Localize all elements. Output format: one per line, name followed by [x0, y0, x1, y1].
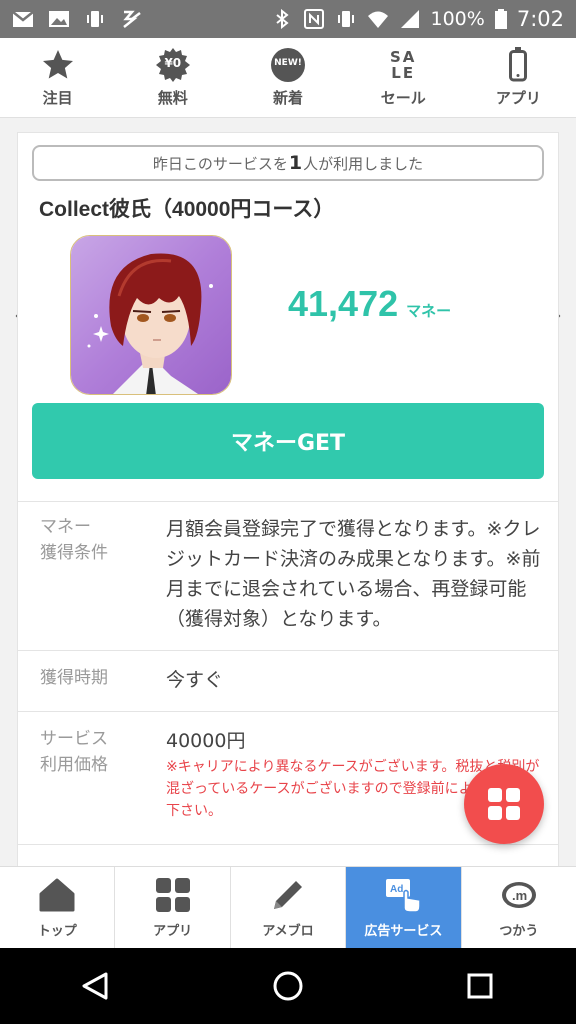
- banner-suffix: 人が利用しました: [303, 154, 424, 173]
- timing-value: 今すぐ: [166, 669, 224, 691]
- price-label: サービス 利用価格: [40, 729, 108, 775]
- svg-text:Ad: Ad: [390, 884, 403, 895]
- tab-label: つかう: [499, 924, 539, 939]
- sale-icon: SALE: [389, 48, 417, 82]
- condition-value: 月額会員登録完了で獲得となります。※クレジットカード決済のみ成果となります。※前…: [166, 518, 541, 630]
- offer-hero: 41,472 マネー: [18, 223, 558, 395]
- nav-item-free[interactable]: ¥0 無料: [115, 38, 230, 117]
- condition-label: マネー 獲得条件: [40, 517, 108, 563]
- offer-card: 昨日このサービスを 1 人が利用しました Collect彼氏（40000円コース…: [17, 132, 559, 872]
- nav-item-sale[interactable]: SALE セール: [346, 38, 461, 117]
- grid-icon: [488, 788, 520, 820]
- menu-fab-button[interactable]: [464, 764, 544, 844]
- reward-amount: 41,472 マネー: [288, 283, 451, 325]
- signal-icon: [400, 10, 419, 28]
- pencil-icon: [274, 881, 303, 909]
- nav-item-label: アプリ: [495, 89, 541, 107]
- bluetooth-icon: [275, 9, 289, 29]
- bottom-tab-bar: トップ アプリ アメブロ Ad 広告サービス .m つかう: [0, 866, 576, 948]
- reward-value: 41,472: [288, 283, 399, 324]
- banner-count: 1: [288, 152, 303, 174]
- usage-banner: 昨日このサービスを 1 人が利用しました: [32, 145, 544, 181]
- back-icon[interactable]: [80, 970, 112, 1002]
- clock: 7:02: [516, 7, 564, 31]
- vibrate-mode-icon: [337, 11, 354, 27]
- new-badge-text: NEW!: [274, 58, 302, 68]
- phone-icon: [509, 47, 528, 82]
- battery-icon: [494, 9, 507, 29]
- tab-ad-services[interactable]: Ad 広告サービス: [346, 867, 462, 948]
- nav-item-apps[interactable]: アプリ: [461, 38, 576, 117]
- app-icon[interactable]: [70, 235, 232, 395]
- tab-label: 広告サービス: [364, 924, 443, 939]
- image-icon: [49, 11, 69, 27]
- tab-use[interactable]: .m つかう: [462, 867, 576, 948]
- ad-tap-icon: Ad: [386, 879, 422, 913]
- app-notification-icon: [123, 10, 141, 28]
- tab-label: トップ: [37, 924, 77, 939]
- status-bar: 100% 7:02: [0, 0, 576, 38]
- system-nav-bar: [0, 948, 576, 1024]
- nav-item-label: 注目: [42, 89, 73, 107]
- tab-label: アメブロ: [262, 924, 314, 939]
- star-icon: [42, 50, 73, 79]
- banner-prefix: 昨日このサービスを: [152, 154, 288, 173]
- wifi-icon: [367, 11, 388, 28]
- get-money-button[interactable]: マネーGET: [32, 403, 544, 479]
- timing-label: 獲得時期: [40, 668, 108, 688]
- battery-percent: 100%: [430, 8, 485, 30]
- apps-grid-icon: [155, 878, 190, 912]
- anime-character-image: [71, 236, 231, 394]
- nav-item-new[interactable]: NEW! 新着: [230, 38, 345, 117]
- price-value: 40000円: [166, 730, 246, 752]
- nav-item-label: 新着: [273, 89, 304, 107]
- recents-icon[interactable]: [464, 970, 496, 1002]
- category-nav: 注目 ¥0 無料 NEW! 新着 SALE セール アプリ: [0, 38, 576, 118]
- tab-apps[interactable]: アプリ: [115, 867, 231, 948]
- vibrate-icon: [87, 11, 103, 27]
- free-badge-text: ¥0: [164, 56, 182, 70]
- nav-item-featured[interactable]: 注目: [0, 38, 115, 117]
- detail-row-condition: マネー 獲得条件 月額会員登録完了で獲得となります。※クレジットカード決済のみ成…: [18, 502, 558, 651]
- gmail-icon: [12, 11, 34, 27]
- tab-ameblo[interactable]: アメブロ: [231, 867, 347, 948]
- tab-top[interactable]: トップ: [0, 867, 116, 948]
- reward-unit: マネー: [406, 302, 452, 320]
- nav-item-label: 無料: [157, 89, 188, 107]
- home-icon: [39, 878, 75, 912]
- detail-row-timing: 獲得時期 今すぐ: [18, 651, 558, 712]
- home-circle-icon[interactable]: [272, 970, 304, 1002]
- tab-label: アプリ: [153, 924, 193, 939]
- nav-item-label: セール: [380, 89, 426, 107]
- svg-text:.m: .m: [512, 888, 527, 903]
- money-coin-icon: .m: [501, 882, 536, 908]
- offer-title: Collect彼氏（40000円コース）: [39, 198, 335, 221]
- nfc-icon: [303, 9, 324, 29]
